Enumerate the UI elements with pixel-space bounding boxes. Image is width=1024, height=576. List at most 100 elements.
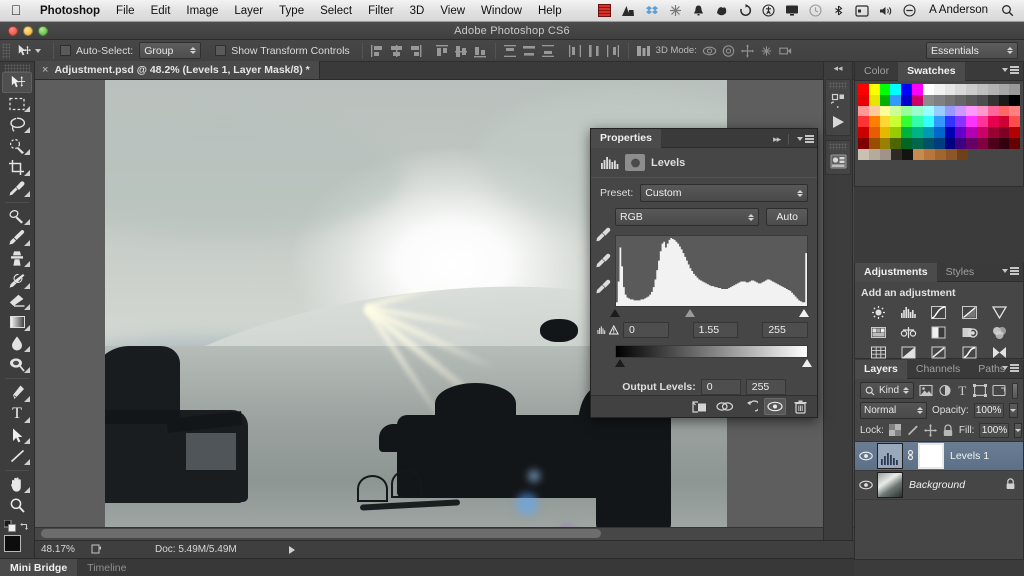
distribute-vertical-centers-icon[interactable] xyxy=(521,43,538,59)
tool-spot-healing-brush[interactable] xyxy=(2,206,32,227)
color-swatch[interactable] xyxy=(999,84,1010,95)
color-swatch[interactable] xyxy=(869,149,880,160)
clipping-warning-icon[interactable] xyxy=(609,324,619,336)
dropbox-icon[interactable] xyxy=(640,0,664,22)
color-swatch[interactable] xyxy=(988,106,999,117)
color-swatch[interactable] xyxy=(869,127,880,138)
mini-bridge-icon[interactable] xyxy=(827,150,849,172)
history-icon[interactable] xyxy=(827,89,849,111)
vibrance-icon[interactable] xyxy=(990,304,1009,321)
distribute-bottom-edges-icon[interactable] xyxy=(540,43,557,59)
document-tab[interactable]: × Adjustment.psd @ 48.2% (Levels 1, Laye… xyxy=(35,61,320,79)
color-swatch[interactable] xyxy=(955,127,966,138)
color-swatch[interactable] xyxy=(869,138,880,149)
properties-panel[interactable]: Properties ▸▸ | Levels Preset: Custom xyxy=(590,128,818,418)
color-swatch[interactable] xyxy=(912,116,923,127)
color-swatch[interactable] xyxy=(923,127,934,138)
tool-lasso[interactable] xyxy=(2,114,32,135)
clock-icon[interactable] xyxy=(804,0,827,22)
histogram-icon[interactable] xyxy=(597,324,607,336)
color-swatch[interactable] xyxy=(966,127,977,138)
color-swatch[interactable] xyxy=(880,127,891,138)
eye-icon[interactable] xyxy=(857,451,874,461)
color-swatch[interactable] xyxy=(966,138,977,149)
tab-close-icon[interactable]: × xyxy=(42,64,48,76)
color-swatch[interactable] xyxy=(988,95,999,106)
tool-move[interactable] xyxy=(2,72,32,93)
invert-icon[interactable] xyxy=(899,344,918,361)
status-expand-arrow-icon[interactable] xyxy=(289,546,295,554)
color-swatch[interactable] xyxy=(1009,116,1020,127)
color-swatch[interactable] xyxy=(955,138,966,149)
color-swatch[interactable] xyxy=(999,116,1010,127)
color-swatch[interactable] xyxy=(890,138,901,149)
reset-icon[interactable] xyxy=(739,398,761,415)
distribute-left-edges-icon[interactable] xyxy=(567,43,584,59)
align-vertical-centers-icon[interactable] xyxy=(453,43,470,59)
color-swatch[interactable] xyxy=(1009,95,1020,106)
layer-row-levels-1[interactable]: Levels 1 xyxy=(855,442,1023,471)
filter-adjustment-layers-icon[interactable] xyxy=(938,383,952,399)
color-swatch[interactable] xyxy=(912,138,923,149)
color-swatch[interactable] xyxy=(869,95,880,106)
color-swatch[interactable] xyxy=(1009,84,1020,95)
horizontal-scrollbar[interactable] xyxy=(35,527,854,540)
auto-align-layers-icon[interactable] xyxy=(635,43,652,59)
filter-smart-objects-icon[interactable] xyxy=(992,383,1006,399)
menu-item-image[interactable]: Image xyxy=(178,0,226,22)
current-tool-indicator[interactable] xyxy=(10,44,47,58)
distribute-horizontal-centers-icon[interactable] xyxy=(586,43,603,59)
menu-item-file[interactable]: File xyxy=(108,0,143,22)
set-gray-point-eyedropper[interactable] xyxy=(595,253,611,269)
bluetooth-icon[interactable] xyxy=(827,0,850,22)
gamma-slider-handle[interactable] xyxy=(685,309,695,317)
color-swatch[interactable] xyxy=(955,116,966,127)
color-swatch[interactable] xyxy=(901,95,912,106)
scale-3d-icon[interactable] xyxy=(777,43,794,59)
auto-select-scope-dropdown[interactable]: Group xyxy=(139,42,201,59)
color-swatch[interactable] xyxy=(935,149,946,160)
tool-preset-dropdown-arrow[interactable] xyxy=(35,49,41,53)
color-swatch[interactable] xyxy=(869,84,880,95)
options-bar-gripper[interactable] xyxy=(2,43,10,59)
preset-dropdown[interactable]: Custom xyxy=(640,184,808,202)
color-swatch[interactable] xyxy=(923,106,934,117)
color-swatch[interactable] xyxy=(945,95,956,106)
menu-item-window[interactable]: Window xyxy=(473,0,530,22)
color-swatch[interactable] xyxy=(858,95,869,106)
color-swatch[interactable] xyxy=(999,95,1010,106)
distribute-right-edges-icon[interactable] xyxy=(605,43,622,59)
color-swatch[interactable] xyxy=(999,138,1010,149)
levels-histogram-icon[interactable] xyxy=(599,154,619,171)
eye-icon[interactable] xyxy=(857,480,874,490)
lock-image-pixels-icon[interactable] xyxy=(906,422,919,438)
layer-row-background[interactable]: Background xyxy=(855,471,1023,500)
spotlight-search-icon[interactable] xyxy=(996,0,1024,22)
tool-blur[interactable] xyxy=(2,333,32,354)
fill-value[interactable]: 100% xyxy=(979,423,1009,438)
tool-quick-selection[interactable] xyxy=(2,135,32,156)
color-swatch[interactable] xyxy=(1009,127,1020,138)
foreground-background-colors[interactable] xyxy=(3,534,31,556)
tool-zoom[interactable] xyxy=(2,495,32,516)
tab-properties[interactable]: Properties xyxy=(591,129,661,148)
color-swatch[interactable] xyxy=(934,138,945,149)
dock-gripper[interactable] xyxy=(829,82,847,89)
color-swatch[interactable] xyxy=(955,84,966,95)
color-swatch[interactable] xyxy=(988,127,999,138)
tab-swatches[interactable]: Swatches xyxy=(898,62,964,81)
color-swatch[interactable] xyxy=(945,138,956,149)
input-black-field[interactable]: 0 xyxy=(623,322,669,338)
selective-color-icon[interactable] xyxy=(990,344,1009,361)
color-swatch[interactable] xyxy=(945,84,956,95)
color-swatch[interactable] xyxy=(966,95,977,106)
levels-histogram[interactable] xyxy=(615,235,808,307)
layer-mask-thumbnail[interactable] xyxy=(918,443,944,469)
tool-pen[interactable] xyxy=(2,382,32,403)
zoom-level[interactable]: 48.17% xyxy=(35,544,87,555)
color-swatch[interactable] xyxy=(957,149,968,160)
menu-item-type[interactable]: Type xyxy=(271,0,312,22)
tab-channels[interactable]: Channels xyxy=(907,360,969,379)
swatches-grid[interactable] xyxy=(855,81,1023,149)
tool-line-shape[interactable] xyxy=(2,446,32,467)
